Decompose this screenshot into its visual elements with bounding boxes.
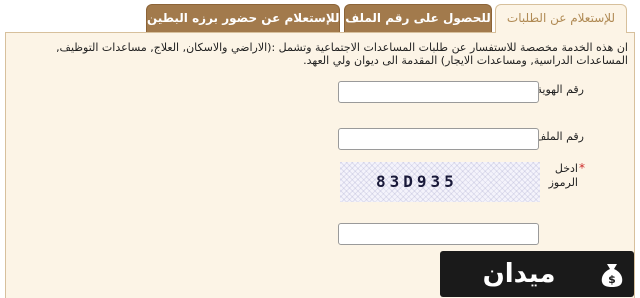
tab-bar: للإستعلام عن حضور برزه البطين للحصول على… [0, 0, 640, 33]
file-number-input[interactable] [338, 128, 539, 150]
watermark-logo: ميدان المال $ [440, 251, 634, 297]
id-number-label: رقم الهوية [536, 83, 584, 96]
captcha-text: 83D935 [376, 172, 458, 191]
captcha-label: ادخل الرموز [548, 162, 578, 189]
tab-get-file-number[interactable]: للحصول على رقم الملف [344, 4, 492, 32]
page: للإستعلام عن حضور برزه البطين للحصول على… [0, 0, 640, 298]
svg-text:$: $ [608, 273, 616, 286]
service-description: ان هذه الخدمة مخصصة للاستفسار عن طلبات ا… [56, 41, 628, 67]
file-number-label: رقم الملف [534, 130, 584, 143]
tab-attendance-inquiry[interactable]: للإستعلام عن حضور برزه البطين [146, 4, 340, 32]
money-bag-icon: $ [601, 264, 623, 287]
captcha-input[interactable] [338, 223, 539, 245]
watermark-text: ميدان المال [482, 259, 556, 289]
captcha-image: 83D935 [340, 162, 540, 202]
tab-requests-inquiry[interactable]: للإستعلام عن الطلبات [495, 4, 627, 33]
required-star: * [579, 161, 585, 175]
id-number-input[interactable] [338, 81, 539, 103]
